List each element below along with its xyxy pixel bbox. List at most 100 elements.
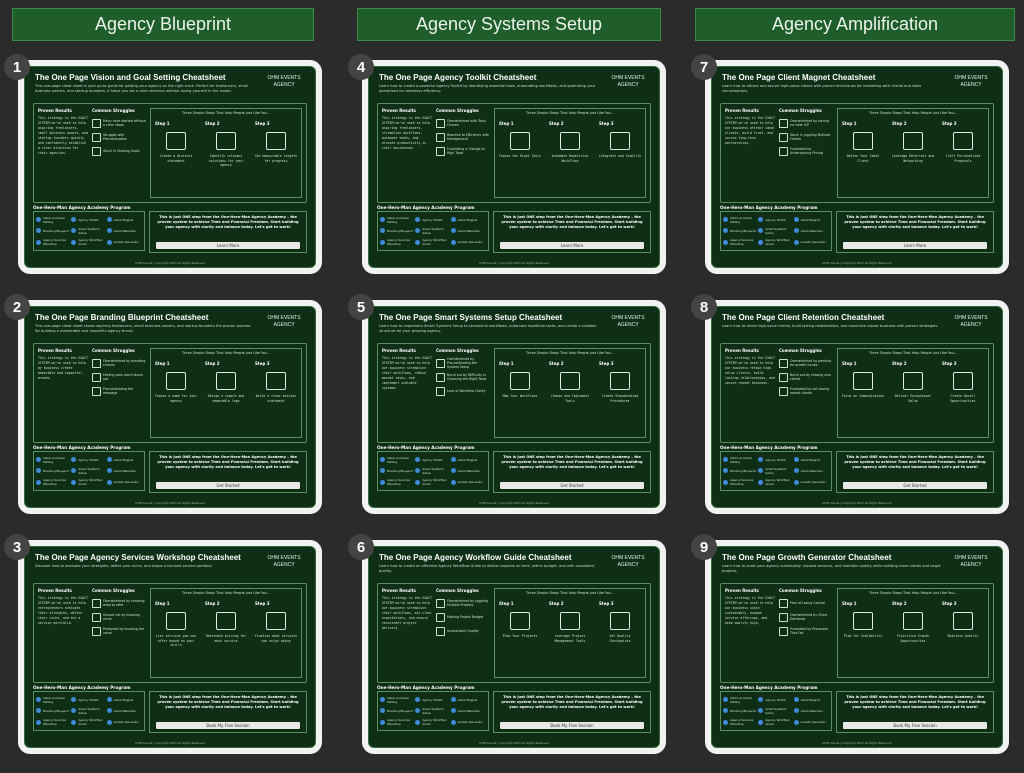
cheatsheet-card-5[interactable]: The One Page Smart Systems Setup Cheatsh… xyxy=(362,300,666,514)
brand-logo: OHM EVENTS AGENCY xyxy=(946,555,996,569)
step-text: Leverage Referrals and Networking xyxy=(891,154,935,163)
step-label: Step 2 xyxy=(205,121,220,126)
step-1: Step 1 Define Your Ideal Client xyxy=(839,121,887,163)
proven-results-text: This strategy is the EXACT SYSTEM we've … xyxy=(38,356,88,380)
struggle-icon xyxy=(779,598,788,608)
academy-dot-icon xyxy=(450,719,456,725)
cheatsheet-page: The One Page Branding Blueprint Cheatshe… xyxy=(24,306,316,508)
brand-logo: OHM EVENTS AGENCY xyxy=(946,75,996,89)
cta-button[interactable]: Book My Free Session xyxy=(843,722,987,729)
proven-results-heading: Proven Results xyxy=(725,108,759,113)
struggle-text: Overwhelmed with Tools Chosen xyxy=(447,119,486,127)
cheatsheet-card-3[interactable]: The One Page Agency Services Workshop Ch… xyxy=(18,540,322,754)
cta-button[interactable]: Book My Free Session xyxy=(500,722,644,729)
academy-item-label: Agency Services Workshop xyxy=(730,238,754,247)
step-illustration-icon xyxy=(953,372,973,390)
academy-item: Client Magnet xyxy=(106,214,142,225)
academy-dot-icon xyxy=(380,468,385,474)
common-struggles-heading: Common Struggles xyxy=(436,588,479,593)
cta-button[interactable]: Get Started xyxy=(500,482,644,489)
struggle-text: Frustrated by Undervaluing Pricing xyxy=(790,147,824,155)
brand-line-2: AGENCY xyxy=(273,322,295,328)
academy-dot-icon xyxy=(415,228,421,234)
cta-button[interactable]: Book My Free Session xyxy=(156,722,300,729)
academy-dot-icon xyxy=(758,457,764,463)
step-1: Step 1 Create a distinct statement xyxy=(152,121,200,168)
step-illustration-icon xyxy=(216,612,236,630)
struggle-item: Fear of Losing Control xyxy=(779,596,833,610)
cta-button[interactable]: Get Started xyxy=(156,482,300,489)
cheatsheet-card-8[interactable]: The One Page Client Retention Cheatsheet… xyxy=(705,300,1009,514)
step-illustration-icon xyxy=(560,612,580,630)
step-illustration-icon xyxy=(560,132,580,150)
academy-item: Client Magnet xyxy=(450,694,486,705)
steps-heading: Three Simple Steps That Help People Just… xyxy=(525,591,615,595)
academy-dot-icon xyxy=(758,479,764,485)
academy-dot-icon xyxy=(793,479,799,485)
academy-title: One-Hero-Man Agency Academy Program xyxy=(720,685,818,690)
academy-item: Growth Generator xyxy=(793,717,829,728)
academy-dot-icon xyxy=(793,228,799,234)
step-illustration-icon xyxy=(216,132,236,150)
academy-program-grid: Vision and Goal Setting Agency Toolkit C… xyxy=(33,691,145,731)
column-header-blueprint: Agency Blueprint xyxy=(12,8,314,41)
academy-item: Smart Systems Setup xyxy=(415,465,450,476)
academy-dot-icon xyxy=(415,217,421,223)
struggle-icon xyxy=(92,358,101,368)
brand-line-1: OHM EVENTS xyxy=(954,555,988,561)
brand-line-1: OHM EVENTS xyxy=(611,315,645,321)
struggle-text: Stuck in Juggling Multiple Clients xyxy=(790,133,831,141)
cheatsheet-card-9[interactable]: The One Page Growth Generator Cheatsheet… xyxy=(705,540,1009,754)
academy-item-label: Smart Systems Setup xyxy=(78,466,100,475)
brand-logo: OHM EVENTS AGENCY xyxy=(259,555,309,569)
cheatsheet-card-6[interactable]: The One Page Agency Workflow Guide Cheat… xyxy=(362,540,666,754)
step-illustration-icon xyxy=(953,132,973,150)
cta-button[interactable]: Learn More xyxy=(500,242,644,249)
academy-program-grid: Vision and Goal Setting Agency Toolkit C… xyxy=(720,691,832,731)
academy-item: Client Magnet xyxy=(793,214,829,225)
academy-item: Growth Generator xyxy=(450,237,486,248)
struggle-item: Feeling seen won't stand out xyxy=(92,370,146,384)
step-illustration-icon xyxy=(853,372,873,390)
academy-item: Growth Generator xyxy=(793,477,829,488)
content-panel: Proven Results This strategy is the EXAC… xyxy=(377,103,651,203)
struggle-item: Overwhelmed by having no clear ICP xyxy=(779,116,833,130)
steps-box: Three Simple Steps That Help People Just… xyxy=(494,588,646,678)
step-3: Step 3 Set measurable targets for progre… xyxy=(252,121,300,168)
cheatsheet-card-2[interactable]: The One Page Branding Blueprint Cheatshe… xyxy=(18,300,322,514)
proven-results-text: This strategy is the EXACT SYSTEM we've … xyxy=(382,116,432,150)
struggles-list: Overwhelmed by knowing what to offer Uns… xyxy=(92,596,146,638)
academy-dot-icon xyxy=(36,479,41,485)
academy-item: Agency Services Workshop xyxy=(36,237,71,248)
proven-results-heading: Proven Results xyxy=(725,588,759,593)
brand-line-2: AGENCY xyxy=(617,82,639,88)
step-label: Step 3 xyxy=(255,361,270,366)
cta-text: This is just ONE step from the One-Hero-… xyxy=(844,455,986,469)
academy-item: Vision and Goal Setting xyxy=(723,214,758,225)
academy-dot-icon xyxy=(793,217,799,223)
sheet-title: The One Page Vision and Goal Setting Che… xyxy=(35,73,226,82)
step-label: Step 1 xyxy=(499,121,514,126)
steps-heading: Three Simple Steps That Help People Just… xyxy=(181,111,271,115)
cta-button[interactable]: Get Started xyxy=(843,482,987,489)
cta-button[interactable]: Learn More xyxy=(156,242,300,249)
cheatsheet-card-4[interactable]: The One Page Agency Toolkit Cheatsheet L… xyxy=(362,60,666,274)
cta-button[interactable]: Learn More xyxy=(843,242,987,249)
academy-item-label: Growth Generator xyxy=(113,240,139,245)
struggle-item: Burnt out by Difficulty in Choosing the … xyxy=(436,370,490,384)
cheatsheet-card-7[interactable]: The One Page Client Magnet Cheatsheet Le… xyxy=(705,60,1009,274)
step-label: Step 2 xyxy=(892,361,907,366)
academy-item: Branding Blueprint xyxy=(36,225,71,236)
academy-item-label: Agency Workflow Guide xyxy=(765,718,790,727)
academy-item-label: Agency Services Workshop xyxy=(43,478,67,487)
academy-dot-icon xyxy=(723,708,728,714)
academy-dot-icon xyxy=(36,468,41,474)
academy-item-label: Client Retention xyxy=(457,228,481,233)
struggle-item: Overwhelmed by knowing what to offer xyxy=(92,596,146,610)
academy-dot-icon xyxy=(758,217,764,223)
academy-item-label: Client Magnet xyxy=(800,697,821,702)
academy-dot-icon xyxy=(793,719,799,725)
cheatsheet-card-1[interactable]: The One Page Vision and Goal Setting Che… xyxy=(18,60,322,274)
step-label: Step 1 xyxy=(155,121,170,126)
step-2: Step 2 Prioritize Growth Opportunities xyxy=(889,601,937,643)
